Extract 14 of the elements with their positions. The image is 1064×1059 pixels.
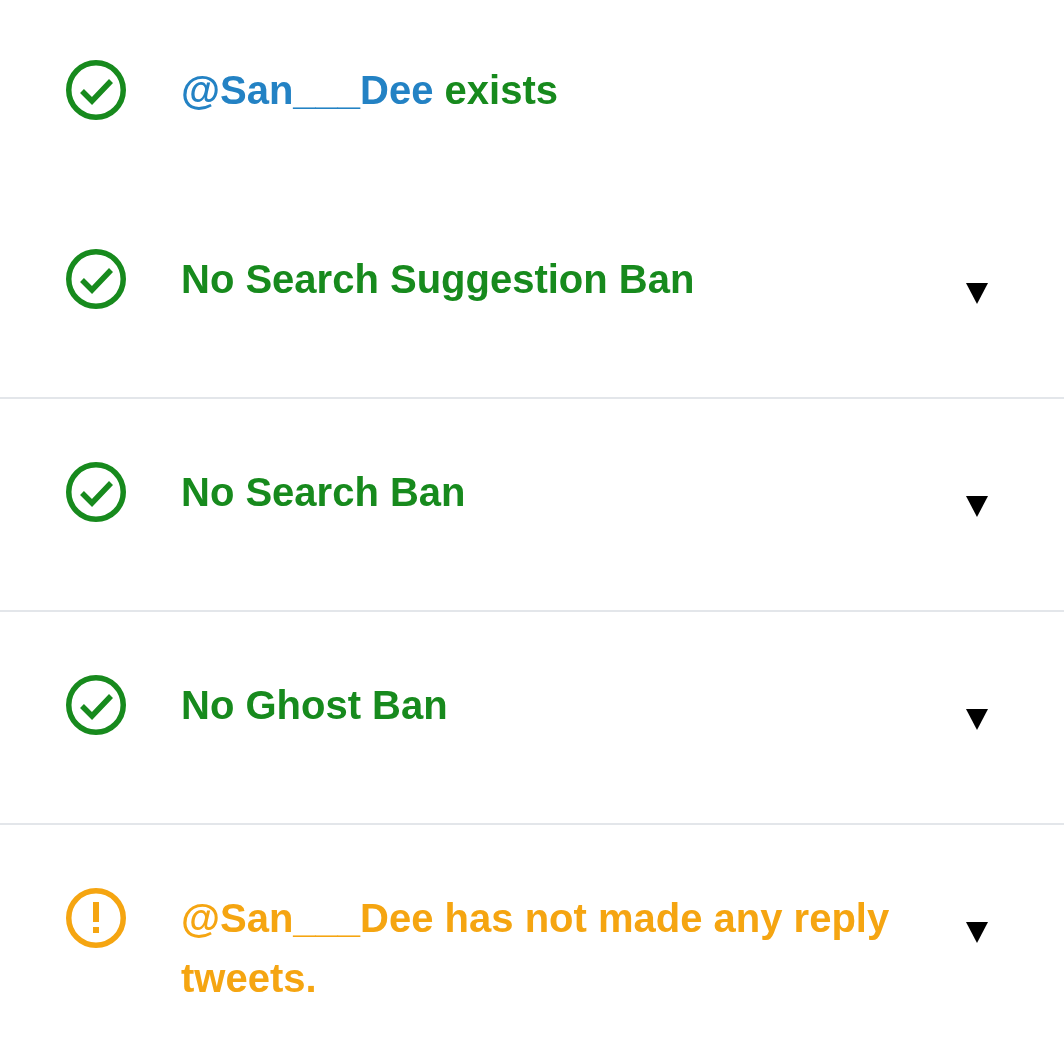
caret-down-icon[interactable] [966,922,988,943]
status-message: No Search Ban [181,469,467,516]
status-message: @San___Dee has not made any reply tweets. [181,895,891,1002]
check-circle-icon [66,675,126,735]
status-message: No Ghost Ban [181,682,449,729]
check-circle-icon [66,462,126,522]
status-message: @San___Dee exists [181,67,560,114]
exclamation-circle-icon [66,888,126,948]
caret-down-icon[interactable] [966,709,988,730]
caret-down-icon[interactable] [966,283,988,304]
status-message: No Search Suggestion Ban [181,256,696,303]
check-circle-icon [66,60,126,120]
caret-down-icon[interactable] [966,496,988,517]
check-circle-icon [66,249,126,309]
